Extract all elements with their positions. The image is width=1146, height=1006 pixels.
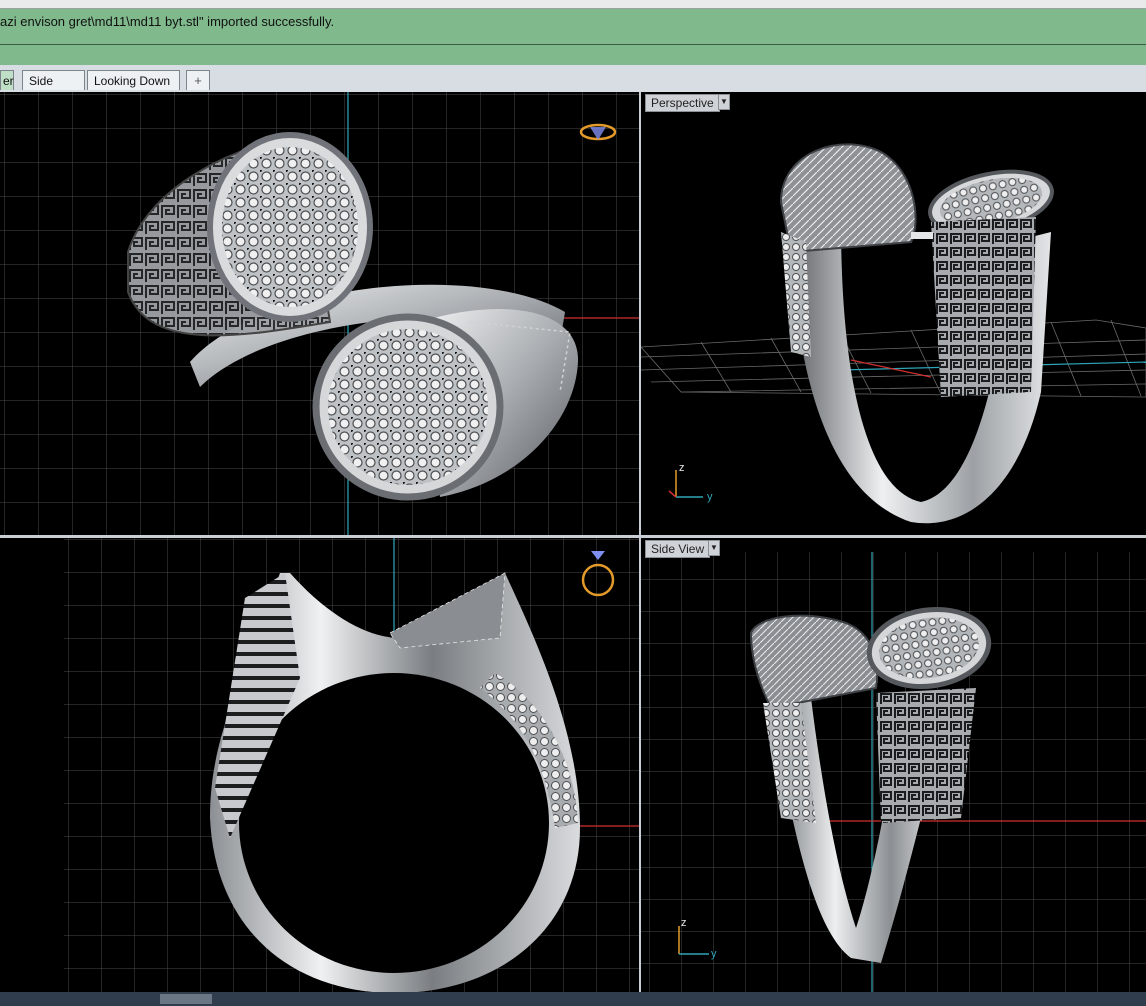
viewport-top-left-canvas: [0, 92, 639, 535]
add-tab-button[interactable]: +: [186, 70, 210, 90]
viewport-bottom-left[interactable]: [0, 538, 639, 992]
viewport-label-side-view[interactable]: Side View: [645, 540, 711, 558]
axis-y-label: y: [707, 491, 713, 503]
axis-z-label: z: [679, 462, 685, 474]
command-history-panel[interactable]: azi envison gret\md11\md11 byt.stl" impo…: [0, 9, 1146, 65]
tab-model[interactable]: er: [0, 70, 14, 90]
dropdown-arrow-icon[interactable]: ▼: [718, 94, 730, 110]
viewport-label-perspective[interactable]: Perspective: [645, 94, 720, 112]
axis-gizmo-icon: [668, 470, 703, 498]
viewport-perspective[interactable]: z y Perspective ▼: [641, 92, 1146, 535]
axis-z-label: z: [681, 917, 687, 929]
viewport-tabs-bar: er Side View Looking Down +: [0, 65, 1146, 108]
viewport-top-left[interactable]: [0, 92, 639, 535]
viewport-divider-horizontal[interactable]: [0, 535, 1146, 538]
viewport-perspective-canvas: z y: [641, 143, 1146, 524]
dropdown-arrow-icon[interactable]: ▼: [708, 540, 720, 556]
axis-y-label: y: [711, 948, 717, 960]
viewport-side-view[interactable]: z y Side View ▼: [641, 538, 1146, 992]
viewport-side-view-canvas: z y: [641, 552, 1146, 992]
tab-looking-down[interactable]: Looking Down: [87, 70, 180, 90]
command-separator: [0, 44, 1146, 45]
viewport-bottom-left-canvas: [64, 538, 639, 992]
viewport-divider-vertical[interactable]: [639, 92, 641, 992]
title-strip: [0, 0, 1146, 9]
command-message: azi envison gret\md11\md11 byt.stl" impo…: [0, 14, 335, 29]
scrollbar-thumb[interactable]: [160, 994, 212, 1004]
status-bar: [0, 992, 1146, 1006]
plus-icon: +: [194, 73, 202, 88]
tab-side-view[interactable]: Side View: [22, 70, 85, 108]
